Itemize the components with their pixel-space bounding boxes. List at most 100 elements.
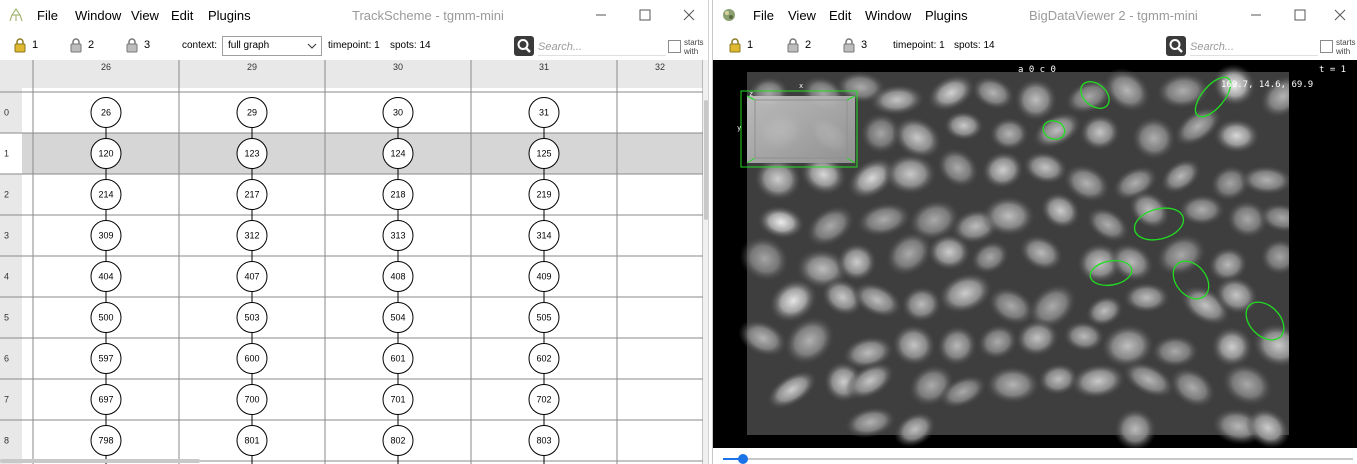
trackscheme-graph[interactable]: 26 29 30 31 32012345678261202143094045005976… (0, 60, 703, 464)
spot-node-label: 602 (536, 354, 551, 364)
row-header-label: 2 (4, 190, 9, 200)
bigdataviewer-window: File View Edit Window Plugins BigDataVie… (712, 0, 1357, 464)
spot-node-label: 597 (98, 354, 113, 364)
lock-icon (126, 38, 138, 53)
trackscheme-canvas[interactable]: 26 29 30 31 32 0 1 2 3 4 5 6 7 8 26 120 214 309 404 500 597 6… (0, 60, 703, 464)
context-select[interactable]: full graph (222, 36, 322, 56)
menu-window[interactable]: Window (75, 7, 121, 25)
nucleus (1122, 281, 1171, 314)
spot-node-label: 404 (98, 272, 113, 282)
lock-2-button[interactable]: 2 (785, 36, 825, 56)
starts-with-checkbox[interactable] (668, 40, 681, 53)
horizontal-scrollbar-thumb[interactable] (0, 459, 200, 463)
starts-with-checkbox[interactable] (1320, 40, 1333, 53)
timepoint-slider[interactable] (713, 448, 1357, 464)
spot-node-label: 120 (98, 149, 113, 159)
spot-node-label: 309 (98, 231, 113, 241)
starts-with-label: starts with (1336, 38, 1356, 56)
trackscheme-titlebar[interactable]: File Window View Edit Plugins TrackSchem… (0, 0, 708, 30)
menu-plugins[interactable]: Plugins (208, 7, 251, 25)
menu-edit[interactable]: Edit (829, 7, 851, 25)
spots-count: spots: 14 (390, 40, 431, 51)
timepoint-label: timepoint: 1 (893, 40, 945, 51)
lock-3-button[interactable]: 3 (841, 36, 881, 56)
spot-node-label: 314 (536, 231, 551, 241)
search-icon[interactable] (1166, 36, 1186, 56)
bdv-titlebar[interactable]: File View Edit Window Plugins BigDataVie… (713, 0, 1357, 30)
spot-node-label: 798 (98, 436, 113, 446)
row-header-label: 8 (4, 436, 9, 446)
row-header-label: 3 (4, 231, 9, 241)
close-icon[interactable] (674, 4, 704, 26)
slider-handle[interactable] (738, 454, 748, 464)
spot-node-label: 500 (98, 313, 113, 323)
chevron-down-icon (307, 43, 317, 49)
menu-file[interactable]: File (37, 7, 58, 25)
lock-2-label: 2 (805, 39, 812, 51)
maximize-icon[interactable] (1285, 4, 1315, 26)
spot-node-label: 600 (244, 354, 259, 364)
timepoint-label: timepoint: 1 (328, 40, 380, 51)
spot-node-label: 504 (390, 313, 405, 323)
spot-node-label: 505 (536, 313, 551, 323)
menu-file[interactable]: File (753, 7, 774, 25)
maximize-icon[interactable] (630, 4, 660, 26)
spot-node-label: 700 (244, 395, 259, 405)
lock-icon (14, 38, 26, 53)
spot-node-label: 601 (390, 354, 405, 364)
vertical-scrollbar[interactable] (703, 60, 708, 464)
column-header-label[interactable]: 30 (393, 62, 403, 72)
menu-view[interactable]: View (788, 7, 816, 25)
lock-1-label: 1 (747, 39, 754, 51)
nav-box-volume (747, 96, 855, 163)
minimize-icon[interactable] (1241, 4, 1271, 26)
search-icon[interactable] (514, 36, 534, 56)
spot-node-label: 408 (390, 272, 405, 282)
lock-3-label: 3 (861, 39, 868, 51)
image-right-margin (1289, 72, 1357, 448)
spot-node-label: 701 (390, 395, 405, 405)
bdv-app-icon (723, 9, 735, 21)
lock-3-button[interactable]: 3 (124, 36, 164, 56)
minimize-icon[interactable] (586, 4, 616, 26)
scrollbar-thumb[interactable] (704, 100, 708, 220)
close-icon[interactable] (1325, 4, 1355, 26)
spot-node-label: 214 (98, 190, 113, 200)
spot-node-label: 697 (98, 395, 113, 405)
spot-node-label: 30 (393, 108, 403, 118)
bdv-image-viewer[interactable]: z x y a 0 c 0 t = 1 169.7, 14.6, 69.9 (713, 60, 1357, 448)
spot-node-label: 124 (390, 149, 405, 159)
column-header-label[interactable]: 31 (539, 62, 549, 72)
row-header-label: 0 (4, 108, 9, 118)
lock-icon (787, 38, 799, 53)
menu-plugins[interactable]: Plugins (925, 7, 968, 25)
column-header-label[interactable]: 26 (101, 62, 111, 72)
lock-1-button[interactable]: 1 (12, 36, 52, 56)
lock-icon (729, 38, 741, 53)
graph-top-gap (22, 88, 703, 92)
nav-axis-z: z (749, 90, 753, 98)
search-input[interactable] (1190, 38, 1318, 56)
spot-node-label: 313 (390, 231, 405, 241)
search-input[interactable] (538, 38, 666, 56)
menu-edit[interactable]: Edit (171, 7, 193, 25)
nav-axis-y: y (737, 124, 741, 132)
column-header-label[interactable]: 29 (247, 62, 257, 72)
lock-1-button[interactable]: 1 (727, 36, 767, 56)
microscopy-image[interactable]: z x y (713, 60, 1357, 448)
context-label: context: (182, 40, 218, 51)
source-label: a 0 c 0 (1018, 65, 1056, 75)
row-header-label: 4 (4, 272, 9, 282)
menu-window[interactable]: Window (865, 7, 911, 25)
column-header-label[interactable]: 32 (655, 62, 665, 72)
spot-node-label: 802 (390, 436, 405, 446)
spot-node-label: 803 (536, 436, 551, 446)
trackscheme-toolbar: 1 2 3 context: full graph timepoint: 1 s… (0, 32, 708, 60)
lock-3-label: 3 (144, 39, 151, 51)
lock-2-button[interactable]: 2 (68, 36, 108, 56)
trackscheme-window: File Window View Edit Plugins TrackSchem… (0, 0, 709, 464)
spot-node-label: 217 (244, 190, 259, 200)
menu-view[interactable]: View (131, 7, 159, 25)
nucleus (883, 152, 938, 196)
context-select-value: full graph (228, 40, 270, 51)
